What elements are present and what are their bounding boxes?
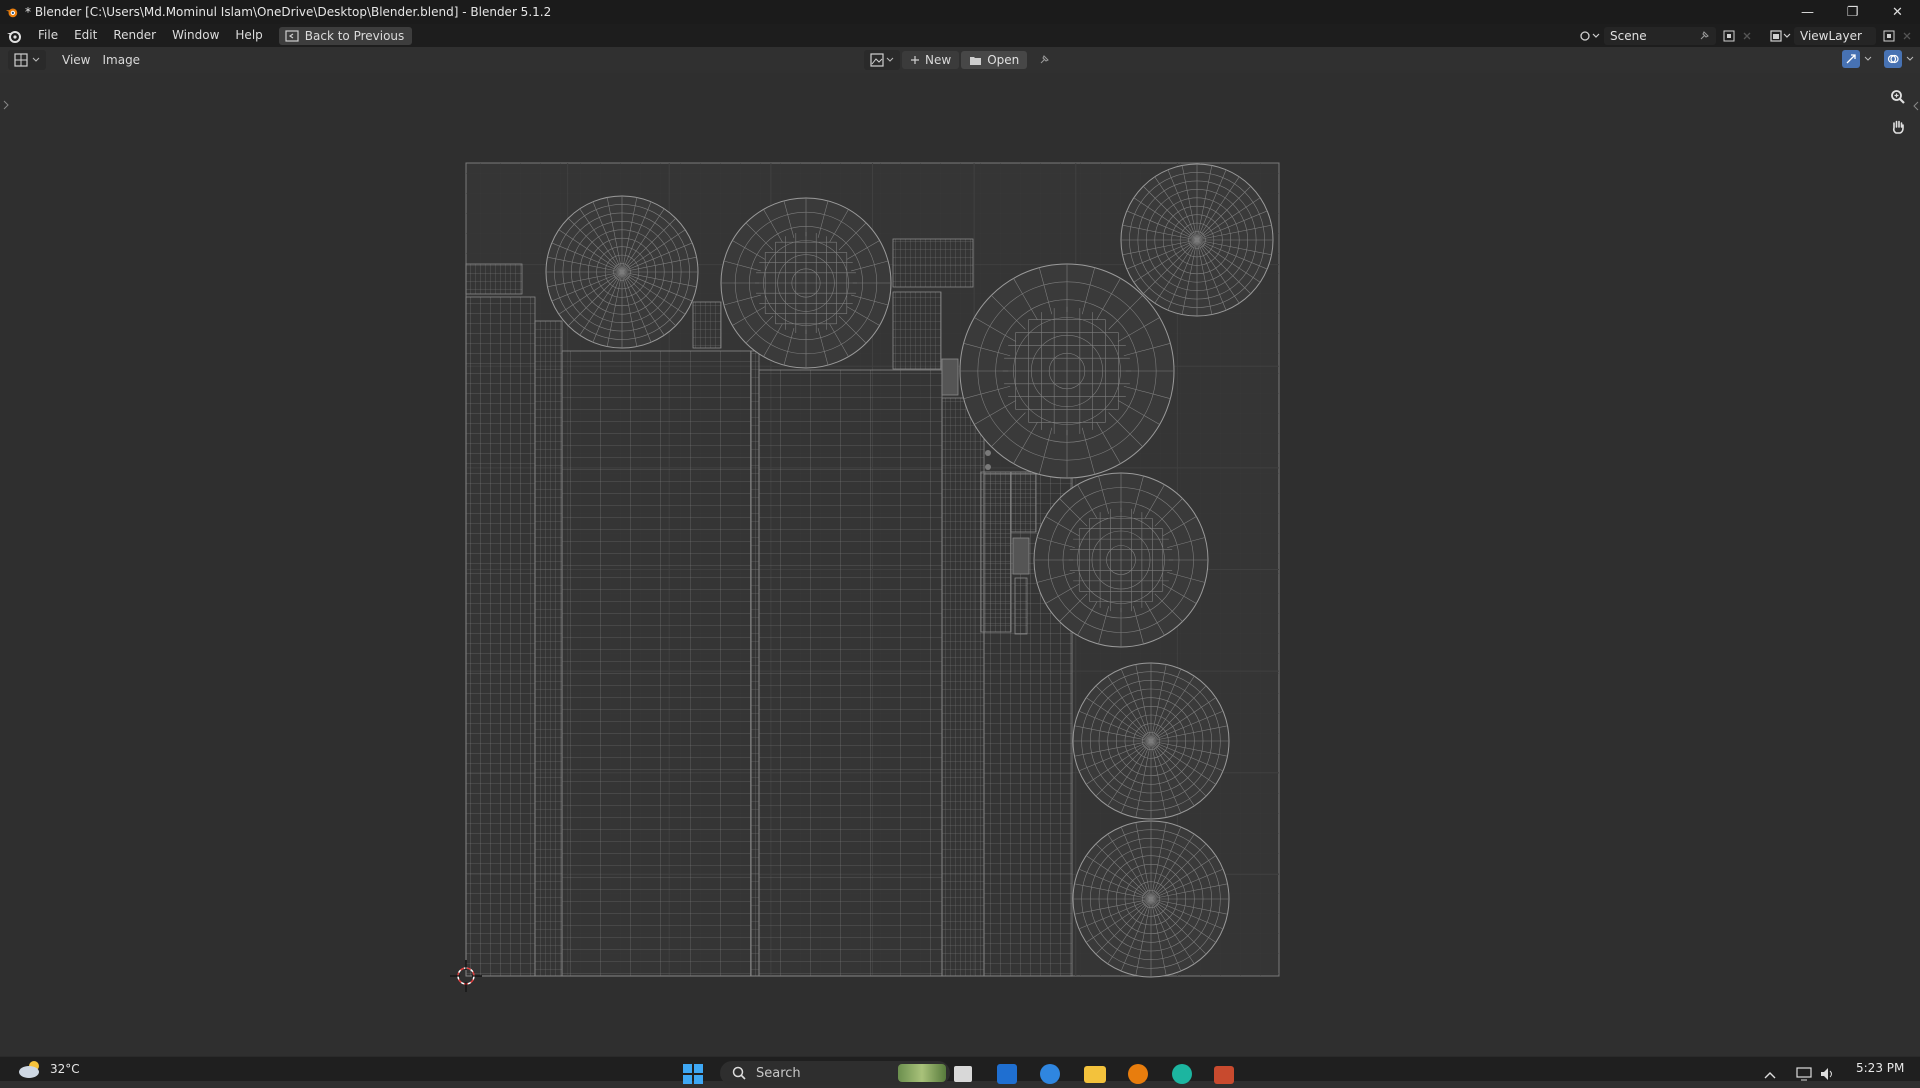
store-icon[interactable] xyxy=(997,1064,1017,1084)
taskbar-search-box[interactable]: Search xyxy=(720,1061,950,1085)
uv-island xyxy=(1010,471,1037,533)
uv-island xyxy=(941,358,959,396)
gizmo-icon xyxy=(1846,54,1856,64)
viewlayer-type-icon[interactable] xyxy=(1766,27,1794,45)
edge-browser-icon[interactable] xyxy=(1172,1064,1192,1084)
image-editor-header: View Image New Open xyxy=(0,47,1920,73)
uv-island xyxy=(892,291,942,370)
back-to-previous-label: Back to Previous xyxy=(304,28,405,43)
office-app-icon[interactable] xyxy=(1214,1066,1234,1084)
search-highlight-image xyxy=(898,1064,946,1082)
chevron-up-icon[interactable] xyxy=(1764,1071,1776,1079)
scene-field[interactable]: Scene xyxy=(1604,26,1716,45)
menu-image[interactable]: Image xyxy=(96,50,146,70)
new-image-button[interactable]: New xyxy=(902,51,960,69)
mail-icon[interactable] xyxy=(1040,1064,1060,1084)
minimize-button[interactable]: — xyxy=(1785,0,1830,24)
uv-island xyxy=(561,350,752,977)
editor-type-button[interactable] xyxy=(8,50,46,70)
file-explorer-icon[interactable] xyxy=(1084,1066,1106,1083)
uv-island-disc xyxy=(720,197,892,369)
overlay-toggle-button[interactable] xyxy=(1884,50,1902,68)
menu-file[interactable]: File xyxy=(30,24,66,47)
close-button[interactable]: ✕ xyxy=(1875,0,1920,24)
search-placeholder: Search xyxy=(756,1065,801,1081)
open-image-button[interactable]: Open xyxy=(961,51,1028,69)
scene-name: Scene xyxy=(1610,28,1647,43)
chevron-down-icon[interactable] xyxy=(1864,56,1872,62)
menu-window[interactable]: Window xyxy=(164,24,227,47)
overlay-icon xyxy=(1887,54,1899,64)
header-right-tools xyxy=(1842,50,1914,68)
uv-island xyxy=(534,320,563,977)
start-button[interactable] xyxy=(682,1063,704,1085)
folder-icon xyxy=(970,56,982,65)
pin-icon[interactable] xyxy=(1698,30,1710,42)
viewlayer-name: ViewLayer xyxy=(1800,28,1862,43)
new-scene-icon[interactable] xyxy=(1720,27,1738,45)
weather-cloud-icon xyxy=(19,1061,39,1078)
window-titlebar: * Blender [C:\Users\Md.Mominul Islam\One… xyxy=(0,0,1920,24)
window-title: * Blender [C:\Users\Md.Mominul Islam\One… xyxy=(25,5,552,19)
gizmo-toggle-button[interactable] xyxy=(1842,50,1860,68)
uv-island xyxy=(980,471,1012,633)
chevron-down-icon[interactable] xyxy=(1906,56,1914,62)
new-viewlayer-icon[interactable] xyxy=(1880,27,1898,45)
chevron-down-icon xyxy=(32,57,40,62)
menu-view[interactable]: View xyxy=(56,50,96,70)
blender-taskbar-icon[interactable] xyxy=(1128,1064,1148,1084)
uv-viewport[interactable] xyxy=(0,73,1920,1056)
viewlayer-field[interactable]: ViewLayer xyxy=(1794,26,1876,45)
blender-menu-icon[interactable] xyxy=(6,28,22,44)
uv-island-disc xyxy=(1033,472,1209,648)
uv-island-disc xyxy=(959,263,1175,479)
menu-edit[interactable]: Edit xyxy=(66,24,105,47)
maximize-button[interactable]: ❐ xyxy=(1830,0,1875,24)
pin-image-icon[interactable] xyxy=(1035,51,1053,69)
temperature: 32°C xyxy=(50,1062,80,1076)
uv-island xyxy=(941,397,985,977)
plus-icon xyxy=(911,56,919,64)
uv-island xyxy=(750,350,760,977)
remove-viewlayer-icon[interactable] xyxy=(1898,27,1916,45)
uv-island-disc xyxy=(1072,820,1230,978)
uv-island-disc xyxy=(545,195,699,349)
new-image-label: New xyxy=(925,53,952,67)
open-image-label: Open xyxy=(987,53,1020,67)
back-to-previous-button[interactable]: Back to Previous xyxy=(278,26,413,45)
menu-help[interactable]: Help xyxy=(227,24,270,47)
uv-editor-icon xyxy=(14,53,28,67)
search-icon xyxy=(732,1066,746,1080)
back-screen-icon xyxy=(285,29,299,42)
uv-island xyxy=(465,296,536,977)
uv-island xyxy=(1014,577,1028,635)
scene-type-icon[interactable] xyxy=(1576,27,1604,45)
clock-time: 5:23 PM xyxy=(1856,1061,1905,1075)
uv-island-disc xyxy=(1072,662,1230,820)
windows-logo-icon xyxy=(683,1064,703,1084)
uv-layout-canvas xyxy=(450,162,1280,992)
volume-icon[interactable] xyxy=(1820,1067,1836,1081)
menu-render[interactable]: Render xyxy=(105,24,164,47)
uv-island xyxy=(758,369,943,977)
image-browse-button[interactable] xyxy=(864,50,900,70)
uv-island-disc xyxy=(1120,163,1274,317)
chevron-down-icon xyxy=(886,57,894,62)
scene-selector-area: Scene ViewLayer xyxy=(1576,24,1920,47)
blender-logo-icon xyxy=(5,8,18,18)
uv-island xyxy=(892,238,974,288)
weather-widget[interactable]: 32°C xyxy=(18,1060,80,1078)
uv-island xyxy=(465,263,523,295)
network-icon[interactable] xyxy=(1796,1067,1812,1081)
uv-island xyxy=(692,301,722,349)
uv-island xyxy=(1012,537,1030,575)
uv-island xyxy=(985,450,991,456)
uv-island xyxy=(985,464,991,470)
remove-scene-icon[interactable] xyxy=(1738,27,1756,45)
image-icon xyxy=(870,53,884,67)
